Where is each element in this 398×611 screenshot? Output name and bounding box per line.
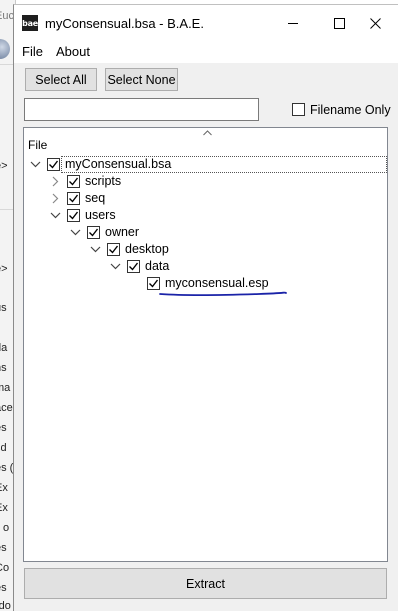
- background-text: sd: [0, 442, 7, 454]
- tree-node[interactable]: data: [104, 258, 384, 275]
- node-checkbox[interactable]: [87, 226, 100, 239]
- checkmark-icon: [129, 262, 139, 271]
- tree-node[interactable]: owner: [64, 224, 384, 241]
- menu-bar: File About: [14, 41, 398, 63]
- sort-ascending-icon: [203, 130, 212, 136]
- background-text: Ex: [0, 502, 8, 514]
- menu-file[interactable]: File: [22, 44, 43, 59]
- menu-about[interactable]: About: [56, 44, 90, 59]
- background-text: rdo: [0, 600, 11, 611]
- tree-node[interactable]: desktop: [84, 241, 384, 258]
- minimize-button[interactable]: [270, 5, 316, 41]
- node-label: users: [85, 208, 116, 222]
- tree-node[interactable]: myConsensual.bsa: [24, 156, 384, 173]
- chevron-down-icon[interactable]: [70, 227, 81, 238]
- window-title: myConsensual.bsa - B.A.E.: [45, 16, 204, 31]
- chevron-down-icon[interactable]: [50, 210, 61, 221]
- tree-node[interactable]: users: [44, 207, 384, 224]
- maximize-icon: [333, 17, 345, 29]
- node-label: seq: [85, 191, 106, 205]
- background-text: e>: [0, 160, 8, 172]
- background-text: da: [0, 342, 8, 354]
- background-text: Euc: [0, 10, 14, 22]
- title-bar[interactable]: bae myConsensual.bsa - B.A.E.: [14, 5, 398, 41]
- background-text: ace: [0, 402, 13, 414]
- background-text: ma: [0, 382, 11, 394]
- background-text: es: [0, 542, 7, 554]
- minimize-icon: [287, 22, 298, 24]
- filename-only-checkbox[interactable]: [292, 103, 305, 116]
- select-none-button[interactable]: Select None: [105, 68, 178, 91]
- checkmark-icon: [109, 245, 119, 254]
- close-button[interactable]: [352, 5, 398, 41]
- node-label: desktop: [125, 242, 169, 256]
- checkmark-icon: [89, 228, 99, 237]
- checkmark-icon: [149, 279, 159, 288]
- chevron-down-icon[interactable]: [90, 244, 101, 255]
- filename-only-label: Filename Only: [310, 103, 391, 117]
- background-text: Co: [0, 562, 10, 574]
- extract-button[interactable]: Extract: [24, 568, 387, 599]
- background-text: es (: [0, 462, 14, 474]
- tree-node[interactable]: myconsensual.esp: [124, 275, 384, 292]
- background-text: es: [0, 582, 7, 594]
- file-tree[interactable]: File myConsensual.bsa scripts seq users owne…: [23, 127, 388, 562]
- background-text: ll o: [0, 522, 10, 534]
- node-label: data: [145, 259, 170, 273]
- chevron-right-icon[interactable]: [50, 176, 61, 187]
- select-all-button[interactable]: Select All: [25, 68, 97, 91]
- close-icon: [369, 17, 381, 29]
- node-checkbox[interactable]: [67, 175, 80, 188]
- node-checkbox[interactable]: [67, 209, 80, 222]
- app-icon[interactable]: bae: [22, 15, 38, 31]
- chevron-down-icon[interactable]: [110, 261, 121, 272]
- annotation-underline: [159, 291, 287, 297]
- background-text: us: [0, 302, 7, 314]
- checkmark-icon: [69, 177, 79, 186]
- tree-node[interactable]: scripts: [44, 173, 384, 190]
- background-app-icon: [0, 39, 10, 59]
- node-checkbox[interactable]: [127, 260, 140, 273]
- node-checkbox[interactable]: [147, 277, 160, 290]
- chevron-right-icon[interactable]: [50, 193, 61, 204]
- node-checkbox[interactable]: [107, 243, 120, 256]
- checkmark-icon: [69, 211, 79, 220]
- node-label: owner: [105, 225, 140, 239]
- node-label: myConsensual.bsa: [65, 157, 172, 171]
- node-checkbox[interactable]: [47, 158, 60, 171]
- background-text: es: [0, 422, 7, 434]
- checkmark-icon: [69, 194, 79, 203]
- checkmark-icon: [49, 160, 59, 169]
- background-text: Ex: [0, 482, 8, 494]
- background-text: e>: [0, 263, 8, 275]
- node-checkbox[interactable]: [67, 192, 80, 205]
- chevron-down-icon[interactable]: [30, 159, 41, 170]
- node-label: myconsensual.esp: [165, 276, 269, 290]
- tree-node[interactable]: seq: [44, 190, 384, 207]
- node-label: scripts: [85, 174, 122, 188]
- background-text: ns: [0, 362, 7, 374]
- column-header-file[interactable]: File: [28, 138, 47, 152]
- search-input[interactable]: [24, 98, 259, 121]
- bae-window: bae myConsensual.bsa - B.A.E. File About…: [13, 4, 398, 611]
